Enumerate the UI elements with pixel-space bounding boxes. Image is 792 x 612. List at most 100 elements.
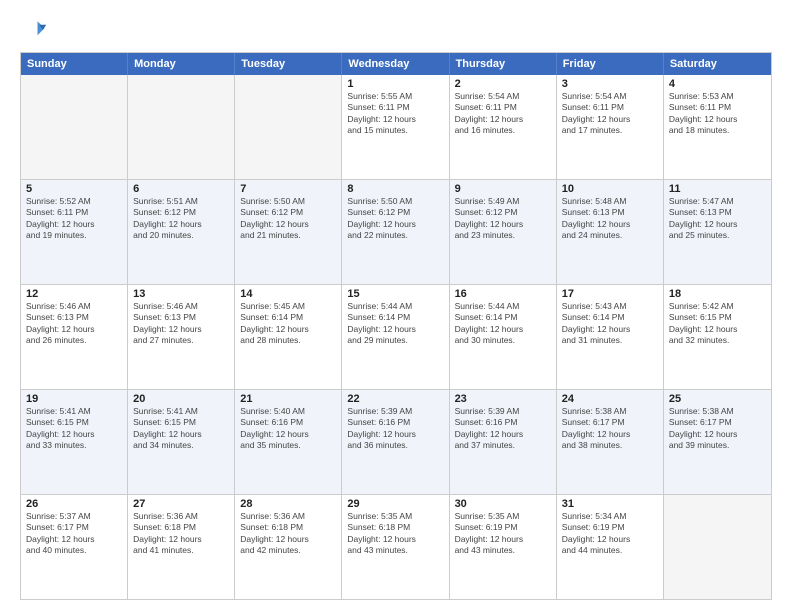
day-number: 13 <box>133 288 229 300</box>
day-cell-30: 30Sunrise: 5:35 AM Sunset: 6:19 PM Dayli… <box>450 495 557 599</box>
day-info: Sunrise: 5:51 AM Sunset: 6:12 PM Dayligh… <box>133 196 229 242</box>
calendar-row-5: 26Sunrise: 5:37 AM Sunset: 6:17 PM Dayli… <box>21 494 771 599</box>
day-cell-17: 17Sunrise: 5:43 AM Sunset: 6:14 PM Dayli… <box>557 285 664 389</box>
day-info: Sunrise: 5:45 AM Sunset: 6:14 PM Dayligh… <box>240 301 336 347</box>
day-info: Sunrise: 5:39 AM Sunset: 6:16 PM Dayligh… <box>455 406 551 452</box>
day-number: 15 <box>347 288 443 300</box>
day-number: 1 <box>347 78 443 90</box>
header-day-friday: Friday <box>557 53 664 75</box>
logo-icon <box>20 16 48 44</box>
day-info: Sunrise: 5:46 AM Sunset: 6:13 PM Dayligh… <box>26 301 122 347</box>
day-number: 16 <box>455 288 551 300</box>
day-cell-23: 23Sunrise: 5:39 AM Sunset: 6:16 PM Dayli… <box>450 390 557 494</box>
day-cell-31: 31Sunrise: 5:34 AM Sunset: 6:19 PM Dayli… <box>557 495 664 599</box>
day-info: Sunrise: 5:37 AM Sunset: 6:17 PM Dayligh… <box>26 511 122 557</box>
day-cell-24: 24Sunrise: 5:38 AM Sunset: 6:17 PM Dayli… <box>557 390 664 494</box>
day-info: Sunrise: 5:50 AM Sunset: 6:12 PM Dayligh… <box>240 196 336 242</box>
day-info: Sunrise: 5:35 AM Sunset: 6:19 PM Dayligh… <box>455 511 551 557</box>
day-number: 6 <box>133 183 229 195</box>
day-cell-25: 25Sunrise: 5:38 AM Sunset: 6:17 PM Dayli… <box>664 390 771 494</box>
day-cell-26: 26Sunrise: 5:37 AM Sunset: 6:17 PM Dayli… <box>21 495 128 599</box>
day-number: 14 <box>240 288 336 300</box>
day-number: 25 <box>669 393 766 405</box>
day-info: Sunrise: 5:52 AM Sunset: 6:11 PM Dayligh… <box>26 196 122 242</box>
day-number: 19 <box>26 393 122 405</box>
day-number: 26 <box>26 498 122 510</box>
calendar-row-3: 12Sunrise: 5:46 AM Sunset: 6:13 PM Dayli… <box>21 284 771 389</box>
empty-cell <box>235 75 342 179</box>
calendar-header: SundayMondayTuesdayWednesdayThursdayFrid… <box>21 53 771 75</box>
day-info: Sunrise: 5:48 AM Sunset: 6:13 PM Dayligh… <box>562 196 658 242</box>
day-cell-27: 27Sunrise: 5:36 AM Sunset: 6:18 PM Dayli… <box>128 495 235 599</box>
day-cell-10: 10Sunrise: 5:48 AM Sunset: 6:13 PM Dayli… <box>557 180 664 284</box>
empty-cell <box>128 75 235 179</box>
day-info: Sunrise: 5:41 AM Sunset: 6:15 PM Dayligh… <box>133 406 229 452</box>
day-cell-13: 13Sunrise: 5:46 AM Sunset: 6:13 PM Dayli… <box>128 285 235 389</box>
day-cell-18: 18Sunrise: 5:42 AM Sunset: 6:15 PM Dayli… <box>664 285 771 389</box>
day-info: Sunrise: 5:49 AM Sunset: 6:12 PM Dayligh… <box>455 196 551 242</box>
day-number: 9 <box>455 183 551 195</box>
day-info: Sunrise: 5:36 AM Sunset: 6:18 PM Dayligh… <box>240 511 336 557</box>
day-cell-20: 20Sunrise: 5:41 AM Sunset: 6:15 PM Dayli… <box>128 390 235 494</box>
empty-cell <box>664 495 771 599</box>
header-day-tuesday: Tuesday <box>235 53 342 75</box>
day-info: Sunrise: 5:43 AM Sunset: 6:14 PM Dayligh… <box>562 301 658 347</box>
header-day-thursday: Thursday <box>450 53 557 75</box>
day-info: Sunrise: 5:34 AM Sunset: 6:19 PM Dayligh… <box>562 511 658 557</box>
day-number: 7 <box>240 183 336 195</box>
day-cell-12: 12Sunrise: 5:46 AM Sunset: 6:13 PM Dayli… <box>21 285 128 389</box>
day-cell-4: 4Sunrise: 5:53 AM Sunset: 6:11 PM Daylig… <box>664 75 771 179</box>
day-number: 23 <box>455 393 551 405</box>
header-day-wednesday: Wednesday <box>342 53 449 75</box>
calendar-row-2: 5Sunrise: 5:52 AM Sunset: 6:11 PM Daylig… <box>21 179 771 284</box>
day-number: 8 <box>347 183 443 195</box>
day-number: 27 <box>133 498 229 510</box>
logo <box>20 16 52 44</box>
header-day-monday: Monday <box>128 53 235 75</box>
day-info: Sunrise: 5:53 AM Sunset: 6:11 PM Dayligh… <box>669 91 766 137</box>
day-number: 21 <box>240 393 336 405</box>
day-cell-7: 7Sunrise: 5:50 AM Sunset: 6:12 PM Daylig… <box>235 180 342 284</box>
page: SundayMondayTuesdayWednesdayThursdayFrid… <box>0 0 792 612</box>
day-info: Sunrise: 5:36 AM Sunset: 6:18 PM Dayligh… <box>133 511 229 557</box>
day-number: 20 <box>133 393 229 405</box>
day-info: Sunrise: 5:47 AM Sunset: 6:13 PM Dayligh… <box>669 196 766 242</box>
day-cell-5: 5Sunrise: 5:52 AM Sunset: 6:11 PM Daylig… <box>21 180 128 284</box>
day-cell-14: 14Sunrise: 5:45 AM Sunset: 6:14 PM Dayli… <box>235 285 342 389</box>
day-info: Sunrise: 5:40 AM Sunset: 6:16 PM Dayligh… <box>240 406 336 452</box>
day-cell-15: 15Sunrise: 5:44 AM Sunset: 6:14 PM Dayli… <box>342 285 449 389</box>
day-info: Sunrise: 5:39 AM Sunset: 6:16 PM Dayligh… <box>347 406 443 452</box>
day-cell-21: 21Sunrise: 5:40 AM Sunset: 6:16 PM Dayli… <box>235 390 342 494</box>
day-info: Sunrise: 5:42 AM Sunset: 6:15 PM Dayligh… <box>669 301 766 347</box>
day-cell-3: 3Sunrise: 5:54 AM Sunset: 6:11 PM Daylig… <box>557 75 664 179</box>
day-cell-9: 9Sunrise: 5:49 AM Sunset: 6:12 PM Daylig… <box>450 180 557 284</box>
day-number: 12 <box>26 288 122 300</box>
day-cell-22: 22Sunrise: 5:39 AM Sunset: 6:16 PM Dayli… <box>342 390 449 494</box>
day-info: Sunrise: 5:38 AM Sunset: 6:17 PM Dayligh… <box>562 406 658 452</box>
header-day-sunday: Sunday <box>21 53 128 75</box>
calendar-body: 1Sunrise: 5:55 AM Sunset: 6:11 PM Daylig… <box>21 75 771 599</box>
day-cell-1: 1Sunrise: 5:55 AM Sunset: 6:11 PM Daylig… <box>342 75 449 179</box>
day-info: Sunrise: 5:46 AM Sunset: 6:13 PM Dayligh… <box>133 301 229 347</box>
day-number: 18 <box>669 288 766 300</box>
day-number: 11 <box>669 183 766 195</box>
day-cell-19: 19Sunrise: 5:41 AM Sunset: 6:15 PM Dayli… <box>21 390 128 494</box>
day-number: 17 <box>562 288 658 300</box>
day-info: Sunrise: 5:41 AM Sunset: 6:15 PM Dayligh… <box>26 406 122 452</box>
calendar: SundayMondayTuesdayWednesdayThursdayFrid… <box>20 52 772 600</box>
header <box>20 16 772 44</box>
day-info: Sunrise: 5:54 AM Sunset: 6:11 PM Dayligh… <box>562 91 658 137</box>
day-number: 28 <box>240 498 336 510</box>
day-cell-2: 2Sunrise: 5:54 AM Sunset: 6:11 PM Daylig… <box>450 75 557 179</box>
day-number: 5 <box>26 183 122 195</box>
day-number: 3 <box>562 78 658 90</box>
day-cell-16: 16Sunrise: 5:44 AM Sunset: 6:14 PM Dayli… <box>450 285 557 389</box>
day-number: 31 <box>562 498 658 510</box>
day-cell-11: 11Sunrise: 5:47 AM Sunset: 6:13 PM Dayli… <box>664 180 771 284</box>
day-number: 30 <box>455 498 551 510</box>
day-number: 29 <box>347 498 443 510</box>
day-cell-28: 28Sunrise: 5:36 AM Sunset: 6:18 PM Dayli… <box>235 495 342 599</box>
day-info: Sunrise: 5:50 AM Sunset: 6:12 PM Dayligh… <box>347 196 443 242</box>
day-number: 4 <box>669 78 766 90</box>
day-number: 24 <box>562 393 658 405</box>
